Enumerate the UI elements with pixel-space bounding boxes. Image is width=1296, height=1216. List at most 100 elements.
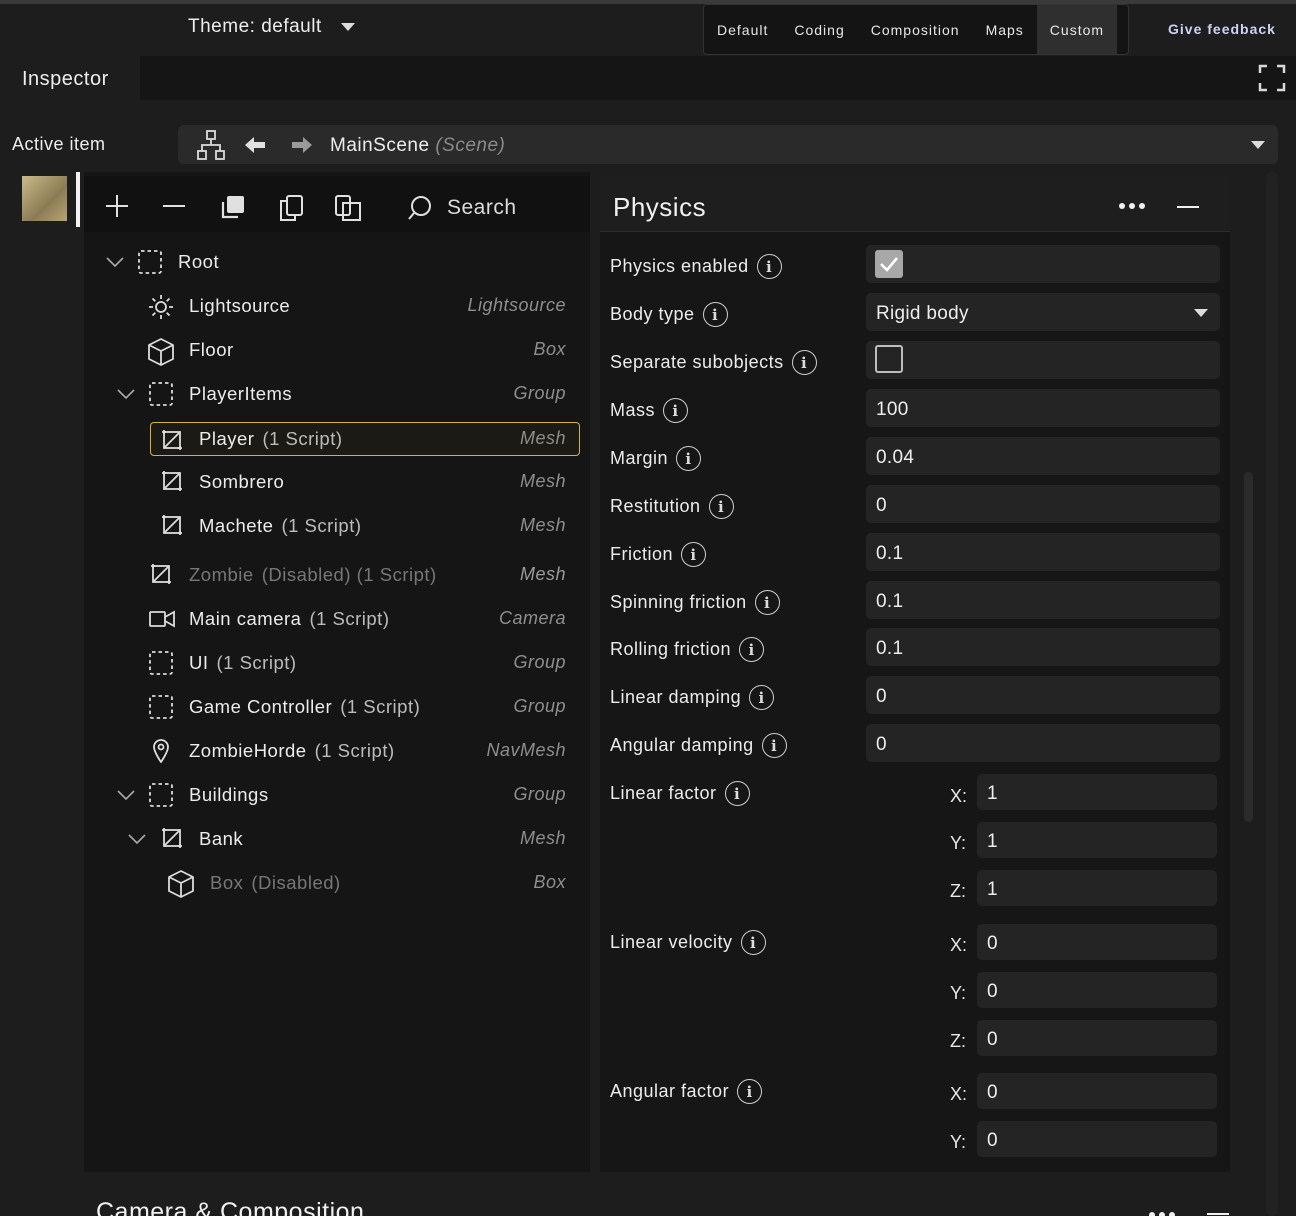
physics-scrollbar-thumb[interactable] <box>1244 472 1253 822</box>
linear-damping-input[interactable]: 0 <box>866 676 1220 714</box>
copy-icon[interactable] <box>277 194 305 222</box>
chevron-down-icon[interactable] <box>128 834 146 845</box>
linear-factor-x-input[interactable]: 1 <box>977 774 1217 810</box>
linear-velocity-x-input[interactable]: 0 <box>977 924 1217 960</box>
location-pin-icon <box>153 739 169 763</box>
node-name: Buildings <box>189 784 269 805</box>
tree-node-main-camera[interactable]: Main camera (1 Script) Camera <box>84 598 590 642</box>
tree-node-ui[interactable]: UI (1 Script) Group <box>84 642 590 686</box>
chevron-down-icon[interactable] <box>1250 140 1266 150</box>
node-name: Game Controller (1 Script) <box>189 696 421 717</box>
friction-input[interactable]: 0.1 <box>866 533 1220 571</box>
node-type: Mesh <box>519 828 566 848</box>
rolling-friction-input[interactable]: 0.1 <box>866 628 1220 666</box>
separate-subobjects-checkbox[interactable] <box>875 345 903 373</box>
info-icon[interactable]: i <box>702 302 728 327</box>
layout-tab-coding[interactable]: Coding <box>781 5 857 54</box>
mass-input[interactable]: 100 <box>866 389 1220 427</box>
restitution-input[interactable]: 0 <box>866 485 1220 523</box>
chevron-down-icon[interactable] <box>1193 308 1209 318</box>
info-icon[interactable]: i <box>739 637 765 662</box>
linear-factor-z-input[interactable]: 1 <box>977 870 1217 906</box>
mesh-icon <box>151 564 171 584</box>
tree-node-sombrero[interactable]: Sombrero Mesh <box>84 461 590 505</box>
info-icon[interactable]: i <box>737 1079 763 1104</box>
more-options-icon[interactable] <box>1118 201 1146 211</box>
node-name: ZombieHorde (1 Script) <box>189 740 395 761</box>
angular-damping-input[interactable]: 0 <box>866 724 1220 762</box>
remove-icon[interactable] <box>162 194 186 218</box>
info-icon[interactable]: i <box>724 781 750 806</box>
tree-node-machete[interactable]: Machete (1 Script) Mesh <box>84 505 590 549</box>
tree-node-floor[interactable]: Floor Box <box>84 329 590 373</box>
panel-divider[interactable] <box>76 172 80 227</box>
add-icon[interactable] <box>105 194 129 218</box>
more-options-icon[interactable] <box>1148 1210 1176 1216</box>
tree-node-player[interactable]: Player (1 Script) Mesh <box>84 422 590 466</box>
angular-factor-y-input[interactable]: 0 <box>977 1121 1217 1157</box>
tree-node-game-controller[interactable]: Game Controller (1 Script) Group <box>84 686 590 730</box>
tree-node-zombiehorde[interactable]: ZombieHorde (1 Script) NavMesh <box>84 730 590 774</box>
duplicate-icon[interactable] <box>220 194 246 220</box>
info-icon[interactable]: i <box>791 350 817 375</box>
layout-tab-maps[interactable]: Maps <box>973 5 1037 54</box>
search-label[interactable]: Search <box>447 196 517 220</box>
tree-node-zombie[interactable]: Zombie (Disabled) (1 Script) Mesh <box>84 554 590 598</box>
paste-icon[interactable] <box>334 194 362 222</box>
mesh-icon <box>162 430 182 450</box>
angular-factor-x-input[interactable]: 0 <box>977 1073 1217 1109</box>
theme-selector[interactable]: Theme: default <box>188 16 356 38</box>
hierarchy-icon[interactable] <box>197 130 225 160</box>
info-icon[interactable]: i <box>754 590 780 615</box>
node-type: Box <box>533 872 566 892</box>
info-icon[interactable]: i <box>740 930 766 955</box>
info-icon[interactable]: i <box>663 398 689 423</box>
prop-body-type: Body type i <box>610 302 728 327</box>
forward-arrow-icon[interactable] <box>291 136 313 154</box>
search-icon[interactable] <box>407 195 433 221</box>
collapse-icon[interactable] <box>1207 1212 1229 1216</box>
info-icon[interactable]: i <box>708 494 734 519</box>
tree-node-buildings[interactable]: Buildings Group <box>84 774 590 818</box>
tab-inspector[interactable]: Inspector <box>0 56 140 100</box>
node-type: Group <box>513 383 566 403</box>
tree-node-root[interactable]: Root <box>84 241 590 285</box>
chevron-down-icon[interactable] <box>117 389 135 400</box>
tree-node-bank[interactable]: Bank Mesh <box>84 818 590 862</box>
linear-velocity-y-input[interactable]: 0 <box>977 972 1217 1008</box>
back-arrow-icon[interactable] <box>244 136 266 154</box>
active-scene: MainScene (Scene) <box>330 135 505 157</box>
body-type-select[interactable]: Rigid body <box>866 293 1220 331</box>
node-type: Mesh <box>519 471 566 491</box>
node-type: Mesh <box>519 428 566 448</box>
chevron-down-icon[interactable] <box>106 257 124 268</box>
scene-name: MainScene <box>330 135 430 156</box>
prop-friction: Friction i <box>610 542 707 567</box>
info-icon[interactable]: i <box>676 446 702 471</box>
info-icon[interactable]: i <box>756 254 782 279</box>
tree-node-lightsource[interactable]: Lightsource Lightsource <box>84 285 590 329</box>
spinning-friction-input[interactable]: 0.1 <box>866 581 1220 619</box>
chevron-down-icon[interactable] <box>117 790 135 801</box>
fullscreen-icon[interactable] <box>1258 64 1286 92</box>
linear-factor-y-input[interactable]: 1 <box>977 822 1217 858</box>
physics-enabled-checkbox[interactable] <box>875 250 903 278</box>
linear-velocity-z-input[interactable]: 0 <box>977 1020 1217 1056</box>
give-feedback-button[interactable]: Give feedback <box>1168 21 1276 37</box>
info-icon[interactable]: i <box>749 685 775 710</box>
node-name: PlayerItems <box>189 383 293 404</box>
tree-node-playeritems[interactable]: PlayerItems Group <box>84 373 590 417</box>
layout-tab-composition[interactable]: Composition <box>858 5 973 54</box>
axis-label-z: Z: <box>950 881 966 901</box>
prop-linear-factor: Linear factor i <box>610 781 750 806</box>
layout-tab-custom[interactable]: Custom <box>1036 5 1118 54</box>
margin-input[interactable]: 0.04 <box>866 437 1220 475</box>
collapse-icon[interactable] <box>1177 205 1199 209</box>
layout-tab-default[interactable]: Default <box>704 5 781 54</box>
tree-node-box[interactable]: Box (Disabled) Box <box>84 862 590 906</box>
group-icon <box>149 651 173 675</box>
info-icon[interactable]: i <box>761 733 787 758</box>
prop-angular-factor: Angular factor i <box>610 1079 763 1104</box>
info-icon[interactable]: i <box>681 542 707 567</box>
outer-scrollbar[interactable] <box>1266 172 1278 1216</box>
